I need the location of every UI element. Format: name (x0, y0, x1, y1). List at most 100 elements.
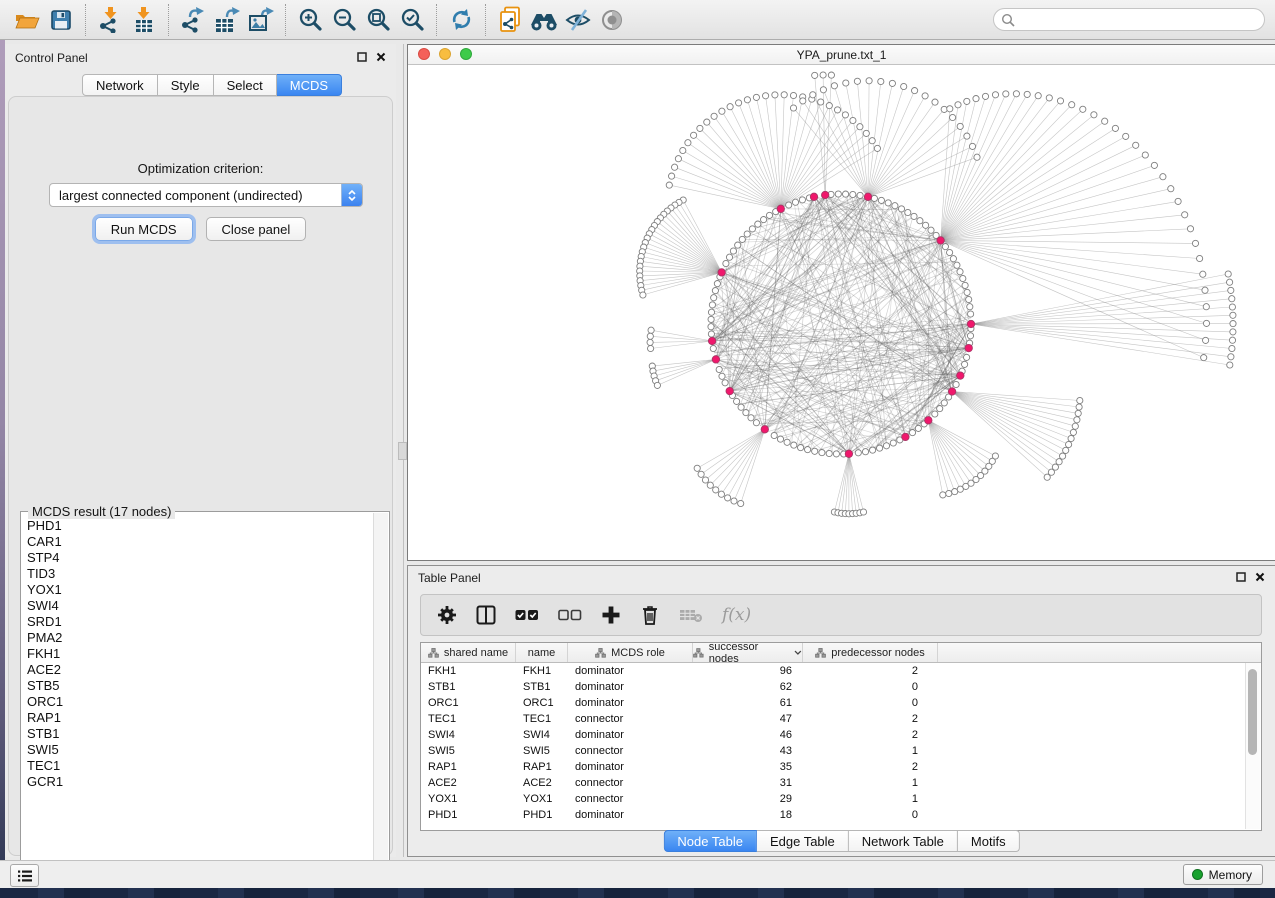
network-node[interactable] (892, 203, 898, 209)
network-node[interactable] (1203, 320, 1209, 326)
network-node[interactable] (950, 114, 956, 120)
zoom-out-icon[interactable] (327, 4, 361, 36)
network-node[interactable] (819, 450, 825, 456)
network-node[interactable] (932, 99, 938, 105)
network-hub-node[interactable] (718, 269, 725, 276)
network-node[interactable] (719, 108, 725, 114)
import-network-icon[interactable] (93, 4, 127, 36)
network-node[interactable] (1063, 447, 1069, 453)
tab-style[interactable]: Style (158, 74, 214, 96)
network-node[interactable] (1197, 255, 1203, 261)
network-node[interactable] (1200, 271, 1206, 277)
network-node[interactable] (790, 92, 796, 98)
network-node[interactable] (698, 471, 704, 477)
network-node[interactable] (843, 80, 849, 86)
network-node[interactable] (772, 92, 778, 98)
network-canvas[interactable] (408, 65, 1275, 560)
network-node[interactable] (691, 132, 697, 138)
network-node[interactable] (820, 87, 826, 93)
network-node[interactable] (831, 83, 837, 89)
network-node[interactable] (708, 324, 714, 330)
network-hub-node[interactable] (810, 193, 817, 200)
network-node[interactable] (707, 482, 713, 488)
network-node[interactable] (781, 92, 787, 98)
network-node[interactable] (877, 445, 883, 451)
refresh-layout-icon[interactable] (444, 4, 478, 36)
network-node[interactable] (755, 221, 761, 227)
tab-mcds[interactable]: MCDS (277, 74, 342, 96)
result-list-item[interactable]: GCR1 (27, 774, 373, 790)
network-node[interactable] (1202, 287, 1208, 293)
network-node[interactable] (835, 191, 841, 197)
network-node[interactable] (1070, 429, 1076, 435)
network-node[interactable] (1203, 337, 1209, 343)
network-node[interactable] (1175, 198, 1181, 204)
network-node[interactable] (969, 143, 975, 149)
network-node[interactable] (1133, 142, 1139, 148)
show-all-eye-icon[interactable] (595, 4, 629, 36)
network-node[interactable] (1075, 410, 1081, 416)
network-node[interactable] (654, 382, 660, 388)
column-header-successor-nodes[interactable]: successor nodes (693, 643, 803, 662)
network-node[interactable] (1091, 112, 1097, 118)
network-node[interactable] (1035, 93, 1041, 99)
network-node[interactable] (1068, 435, 1074, 441)
gear-icon[interactable] (437, 605, 457, 625)
network-node[interactable] (857, 124, 863, 130)
network-node[interactable] (680, 147, 686, 153)
network-node[interactable] (743, 410, 749, 416)
network-node[interactable] (766, 212, 772, 218)
network-node[interactable] (725, 495, 731, 501)
network-node[interactable] (812, 72, 818, 78)
network-node[interactable] (791, 442, 797, 448)
network-node[interactable] (964, 98, 970, 104)
table-row[interactable]: ACE2ACE2connector311 (421, 775, 1261, 791)
panel-splitter[interactable] (396, 44, 407, 857)
network-node[interactable] (734, 398, 740, 404)
network-node[interactable] (862, 449, 868, 455)
network-node[interactable] (716, 366, 722, 372)
network-node[interactable] (1229, 296, 1235, 302)
network-node[interactable] (928, 227, 934, 233)
network-hub-node[interactable] (708, 337, 715, 344)
network-node[interactable] (771, 432, 777, 438)
network-node[interactable] (890, 440, 896, 446)
network-node[interactable] (982, 93, 988, 99)
function-builder-icon[interactable]: f(x) (722, 605, 751, 625)
network-node[interactable] (722, 380, 728, 386)
search-input[interactable] (1020, 12, 1257, 28)
close-table-panel-icon[interactable] (1254, 571, 1266, 583)
export-image-icon[interactable] (244, 4, 278, 36)
network-hub-node[interactable] (967, 320, 974, 327)
network-node[interactable] (1182, 212, 1188, 218)
network-node[interactable] (1230, 312, 1236, 318)
network-node[interactable] (947, 106, 953, 112)
export-table-icon[interactable] (210, 4, 244, 36)
tab-edge-table[interactable]: Edge Table (757, 830, 849, 852)
network-node[interactable] (941, 400, 947, 406)
table-row[interactable]: YOX1YOX1connector291 (421, 791, 1261, 807)
network-node[interactable] (784, 439, 790, 445)
network-node[interactable] (1142, 152, 1148, 158)
network-node[interactable] (810, 92, 816, 98)
network-node[interactable] (878, 197, 884, 203)
network-node[interactable] (708, 331, 714, 337)
network-node[interactable] (964, 354, 970, 360)
network-node[interactable] (647, 333, 653, 339)
window-close-traffic-light[interactable] (418, 48, 430, 60)
memory-button[interactable]: Memory (1183, 864, 1263, 885)
network-node[interactable] (744, 97, 750, 103)
network-node[interactable] (1229, 304, 1235, 310)
network-node[interactable] (798, 445, 804, 451)
network-node[interactable] (962, 282, 968, 288)
network-node[interactable] (960, 275, 966, 281)
network-node[interactable] (1192, 240, 1198, 246)
network-node[interactable] (1227, 279, 1233, 285)
network-hub-node[interactable] (726, 387, 733, 394)
network-node[interactable] (738, 404, 744, 410)
network-node[interactable] (917, 218, 923, 224)
network-node[interactable] (1066, 441, 1072, 447)
network-node[interactable] (672, 164, 678, 170)
result-list-item[interactable]: PHD1 (27, 518, 373, 534)
network-node[interactable] (1151, 162, 1157, 168)
